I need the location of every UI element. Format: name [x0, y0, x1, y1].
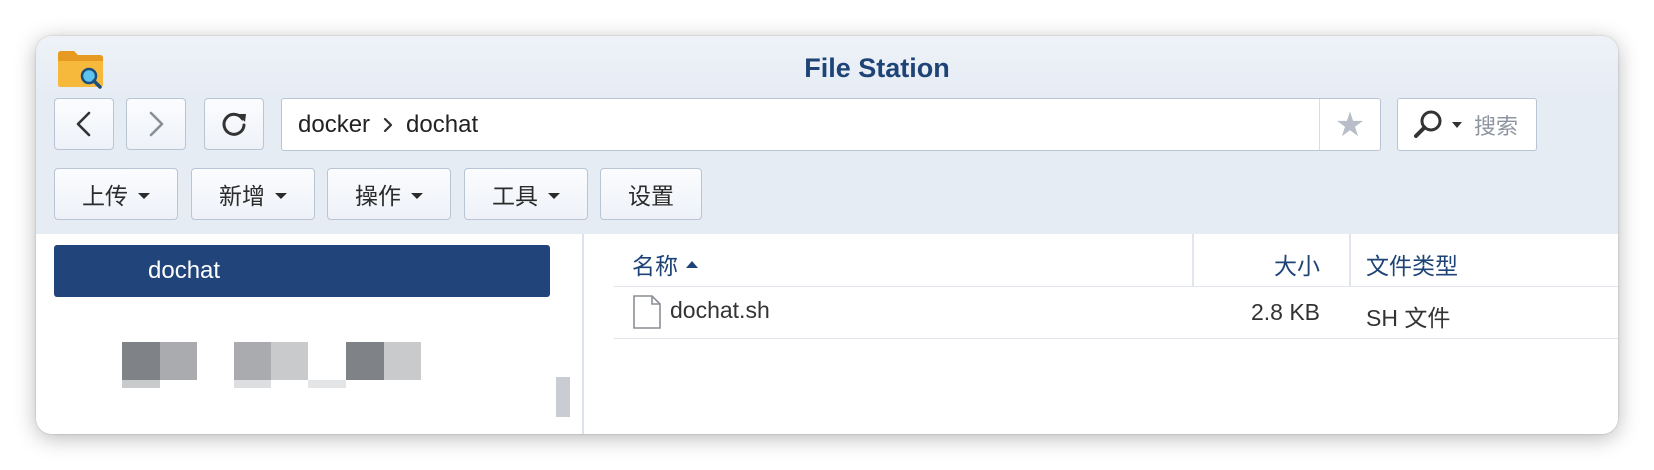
action-button[interactable]: 操作	[327, 168, 451, 220]
back-button[interactable]	[54, 98, 114, 150]
favorite-star-button[interactable]: ★	[1319, 99, 1380, 150]
column-header-type[interactable]: 文件类型	[1366, 247, 1458, 281]
file-type: SH 文件	[1366, 305, 1451, 331]
tools-button[interactable]: 工具	[464, 168, 588, 220]
forward-button[interactable]	[126, 98, 186, 150]
upload-label: 上传	[82, 183, 128, 209]
window-title: File Station	[804, 53, 950, 83]
search-input[interactable]: 搜索	[1474, 109, 1518, 141]
chevron-left-icon	[76, 111, 91, 137]
new-button[interactable]: 新增	[191, 168, 315, 220]
settings-label: 设置	[628, 183, 674, 209]
chevron-right-icon	[149, 111, 164, 137]
tree-item-dochat[interactable]: dochat	[54, 245, 550, 297]
redacted-tree-item[interactable]	[122, 342, 422, 390]
pane-divider[interactable]	[582, 234, 584, 434]
file-name: dochat.sh	[670, 297, 770, 323]
search-box[interactable]: 搜索	[1397, 98, 1537, 151]
breadcrumb-item-dochat[interactable]: dochat	[406, 111, 478, 139]
column-separator[interactable]	[1349, 234, 1351, 286]
tools-label: 工具	[492, 183, 538, 209]
column-header-name[interactable]: 名称	[632, 247, 698, 281]
chevron-right-icon	[383, 117, 393, 133]
title-bar[interactable]: File Station	[36, 36, 1618, 98]
table-row[interactable]: dochat.sh 2.8 KB SH 文件	[614, 286, 1618, 339]
star-icon: ★	[1334, 105, 1366, 144]
chevron-down-icon	[275, 192, 287, 199]
column-header-size[interactable]: 大小	[1192, 247, 1320, 281]
search-icon[interactable]	[1412, 109, 1446, 141]
new-label: 新增	[219, 183, 265, 209]
file-size: 2.8 KB	[1250, 299, 1320, 325]
action-label: 操作	[355, 183, 401, 209]
refresh-icon	[222, 112, 246, 136]
sort-ascending-icon	[686, 260, 698, 268]
folder-tree: dochat	[36, 234, 582, 434]
breadcrumb-item-docker[interactable]: docker	[298, 111, 370, 139]
path-bar[interactable]: docker dochat ★	[281, 98, 1381, 151]
tree-item-label: dochat	[148, 257, 221, 284]
chevron-down-icon	[548, 192, 560, 199]
file-icon	[633, 295, 661, 329]
settings-button[interactable]: 设置	[600, 168, 702, 220]
refresh-button[interactable]	[204, 98, 264, 150]
chevron-down-icon	[138, 192, 150, 199]
tree-scrollbar[interactable]	[556, 377, 570, 417]
chevron-down-icon	[411, 192, 423, 199]
chevron-down-icon[interactable]	[1452, 121, 1462, 128]
upload-button[interactable]: 上传	[54, 168, 178, 220]
file-station-window: File Station docker dochat ★ 搜索 上传 新增 操作…	[36, 36, 1618, 434]
file-list-header: 名称 大小 文件类型	[614, 234, 1618, 287]
breadcrumb: docker dochat	[298, 111, 478, 139]
content-area: dochat 名称 大小 文件类型 dochat.sh 2.8 KB SH 文件	[36, 234, 1618, 434]
screen: File Station docker dochat ★ 搜索 上传 新增 操作…	[0, 0, 1654, 470]
